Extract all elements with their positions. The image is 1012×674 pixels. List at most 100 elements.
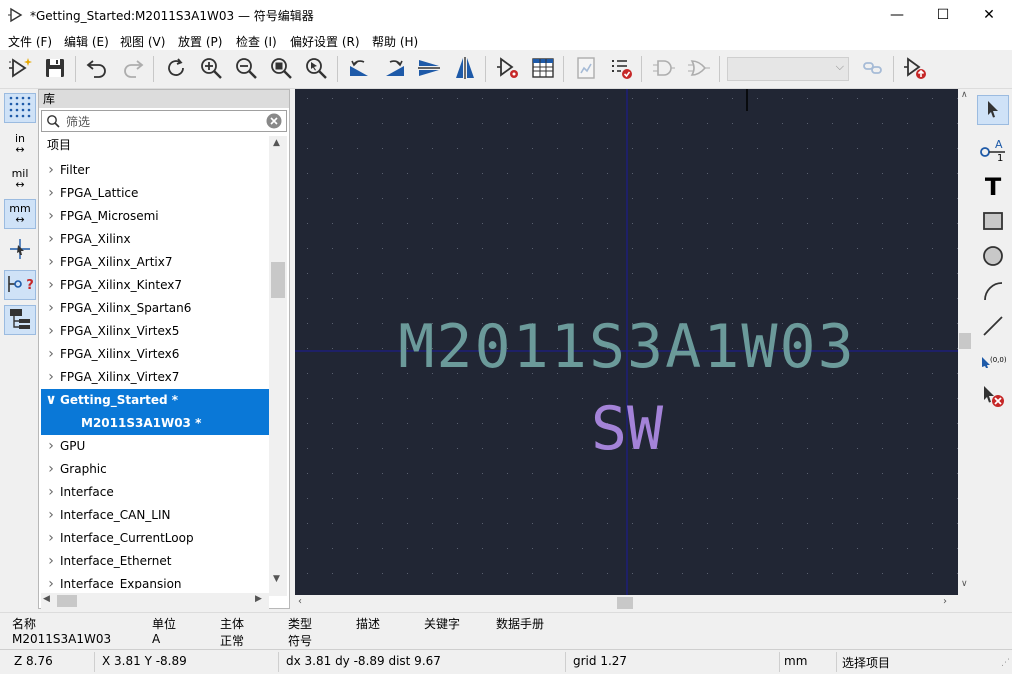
chevron-right-icon[interactable]: › (45, 228, 57, 251)
show-pin-electrical-type-button[interactable]: ? (4, 270, 36, 300)
chevron-right-icon[interactable]: › (45, 159, 57, 182)
link-pins-button[interactable] (858, 54, 888, 84)
show-hierarchy-button[interactable] (4, 305, 36, 335)
datasheet-button[interactable] (571, 54, 601, 84)
zoom-out-button[interactable] (231, 54, 261, 84)
library-filter-input[interactable] (64, 112, 264, 132)
tree-library-item[interactable]: › FPGA_Xilinx_Spartan6 (41, 297, 269, 320)
maximize-button[interactable]: ☐ (920, 0, 966, 30)
zoom-fit-button[interactable] (266, 54, 296, 84)
tree-library-item[interactable]: ∨ Getting_Started * (41, 389, 269, 412)
menu-preferences[interactable]: 偏好设置 (R) (290, 33, 360, 50)
tree-library-item[interactable]: › Filter (41, 159, 269, 182)
select-tool-button[interactable] (977, 95, 1009, 125)
delete-tool-button[interactable] (977, 382, 1009, 412)
mirror-vertical-button[interactable] (414, 54, 444, 84)
scroll-up-icon[interactable]: ∧ (961, 90, 968, 100)
canvas-horizontal-scrollbar[interactable]: ‹ › (295, 595, 958, 611)
scroll-left-icon[interactable]: ‹ (298, 596, 302, 607)
add-arc-button[interactable] (977, 277, 1009, 307)
canvas-hscroll-thumb[interactable] (617, 597, 633, 609)
tree-library-item[interactable]: › Interface_CAN_LIN (41, 504, 269, 527)
add-pin-button[interactable]: A 1 (977, 137, 1009, 167)
symbol-properties-button[interactable] (493, 54, 523, 84)
chevron-right-icon[interactable]: › (45, 435, 57, 458)
unit-select[interactable]: ⌵ (727, 57, 849, 81)
zoom-selection-button[interactable] (301, 54, 331, 84)
check-symbol-button[interactable] (606, 54, 636, 84)
toggle-grid-button[interactable] (4, 93, 36, 123)
units-mil-button[interactable]: mil ↔ (4, 164, 36, 194)
clear-filter-icon[interactable] (266, 113, 282, 132)
library-horizontal-scrollbar[interactable]: ◀ ▶ (41, 593, 269, 609)
new-symbol-button[interactable] (6, 54, 36, 84)
units-inch-button[interactable]: in ↔ (4, 129, 36, 159)
tree-library-item[interactable]: › Graphic (41, 458, 269, 481)
export-symbol-button[interactable] (900, 54, 930, 84)
chevron-right-icon[interactable]: › (45, 251, 57, 274)
chevron-right-icon[interactable]: › (45, 527, 57, 550)
menu-file[interactable]: 文件 (F) (8, 33, 52, 50)
scroll-down-icon[interactable]: ∨ (961, 579, 968, 589)
chevron-right-icon[interactable]: › (45, 481, 57, 504)
rotate-cw-button[interactable] (380, 54, 410, 84)
canvas-vertical-scrollbar[interactable]: ∧ ∨ (958, 89, 972, 595)
tree-library-item[interactable]: › Interface_CurrentLoop (41, 527, 269, 550)
tree-library-item[interactable]: › FPGA_Xilinx_Virtex7 (41, 366, 269, 389)
de-morgan-standard-button[interactable] (649, 54, 679, 84)
chevron-right-icon[interactable]: › (45, 297, 57, 320)
menu-inspect[interactable]: 检查 (I) (236, 33, 277, 50)
tree-library-item[interactable]: › Interface_Expansion (41, 573, 269, 589)
minimize-button[interactable]: — (874, 0, 920, 30)
set-anchor-button[interactable]: (0,0) (977, 347, 1009, 377)
redo-button[interactable] (118, 54, 148, 84)
chevron-right-icon[interactable]: › (45, 366, 57, 389)
tree-library-item[interactable]: › FPGA_Xilinx_Virtex6 (41, 343, 269, 366)
menu-help[interactable]: 帮助 (H) (372, 33, 418, 50)
save-button[interactable] (40, 54, 70, 84)
refresh-button[interactable] (161, 54, 191, 84)
chevron-right-icon[interactable]: › (45, 343, 57, 366)
close-button[interactable]: ✕ (966, 0, 1012, 30)
add-text-button[interactable]: T (977, 172, 1009, 202)
canvas-vscroll-thumb[interactable] (959, 333, 971, 349)
scroll-right-icon[interactable]: › (943, 596, 947, 607)
tree-library-item[interactable]: › FPGA_Lattice (41, 182, 269, 205)
tree-library-item[interactable]: › FPGA_Xilinx (41, 228, 269, 251)
tree-library-item[interactable]: › GPU (41, 435, 269, 458)
tree-library-item[interactable]: › FPGA_Microsemi (41, 205, 269, 228)
tree-library-item[interactable]: › Interface (41, 481, 269, 504)
tree-library-item[interactable]: › FPGA_Xilinx_Artix7 (41, 251, 269, 274)
menu-view[interactable]: 视图 (V) (120, 33, 165, 50)
tree-library-item[interactable]: › FPGA_Xilinx_Virtex5 (41, 320, 269, 343)
chevron-right-icon[interactable]: › (45, 504, 57, 527)
chevron-right-icon[interactable]: › (45, 320, 57, 343)
library-scroll-thumb[interactable] (271, 262, 285, 298)
resize-grip-icon[interactable]: ⋰ (1001, 658, 1010, 668)
chevron-right-icon[interactable]: › (45, 458, 57, 481)
chevron-right-icon[interactable]: › (45, 182, 57, 205)
chevron-right-icon[interactable]: › (45, 573, 57, 589)
scroll-left-icon[interactable]: ◀ (43, 594, 50, 604)
tree-library-item[interactable]: › FPGA_Xilinx_Kintex7 (41, 274, 269, 297)
chevron-right-icon[interactable]: › (45, 274, 57, 297)
mirror-horizontal-button[interactable] (450, 54, 480, 84)
full-crosshair-button[interactable] (4, 235, 36, 265)
menu-place[interactable]: 放置 (P) (178, 33, 222, 50)
chevron-down-icon[interactable]: ∨ (45, 389, 57, 412)
menu-edit[interactable]: 编辑 (E) (64, 33, 109, 50)
scroll-down-icon[interactable]: ▼ (273, 574, 280, 584)
add-rectangle-button[interactable] (977, 207, 1009, 237)
tree-symbol-item[interactable]: M2011S3A1W03 * (41, 412, 269, 435)
rotate-ccw-button[interactable] (344, 54, 374, 84)
chevron-right-icon[interactable]: › (45, 550, 57, 573)
units-mm-button[interactable]: mm ↔ (4, 199, 36, 229)
symbol-reference-field[interactable]: SW (591, 394, 664, 464)
chevron-right-icon[interactable]: › (45, 205, 57, 228)
symbol-name-field[interactable]: M2011S3A1W03 (398, 312, 855, 382)
tree-library-item[interactable]: › Interface_Ethernet (41, 550, 269, 573)
add-circle-button[interactable] (977, 242, 1009, 272)
scroll-up-icon[interactable]: ▲ (273, 138, 280, 148)
zoom-in-button[interactable] (196, 54, 226, 84)
library-hscroll-thumb[interactable] (57, 595, 77, 607)
